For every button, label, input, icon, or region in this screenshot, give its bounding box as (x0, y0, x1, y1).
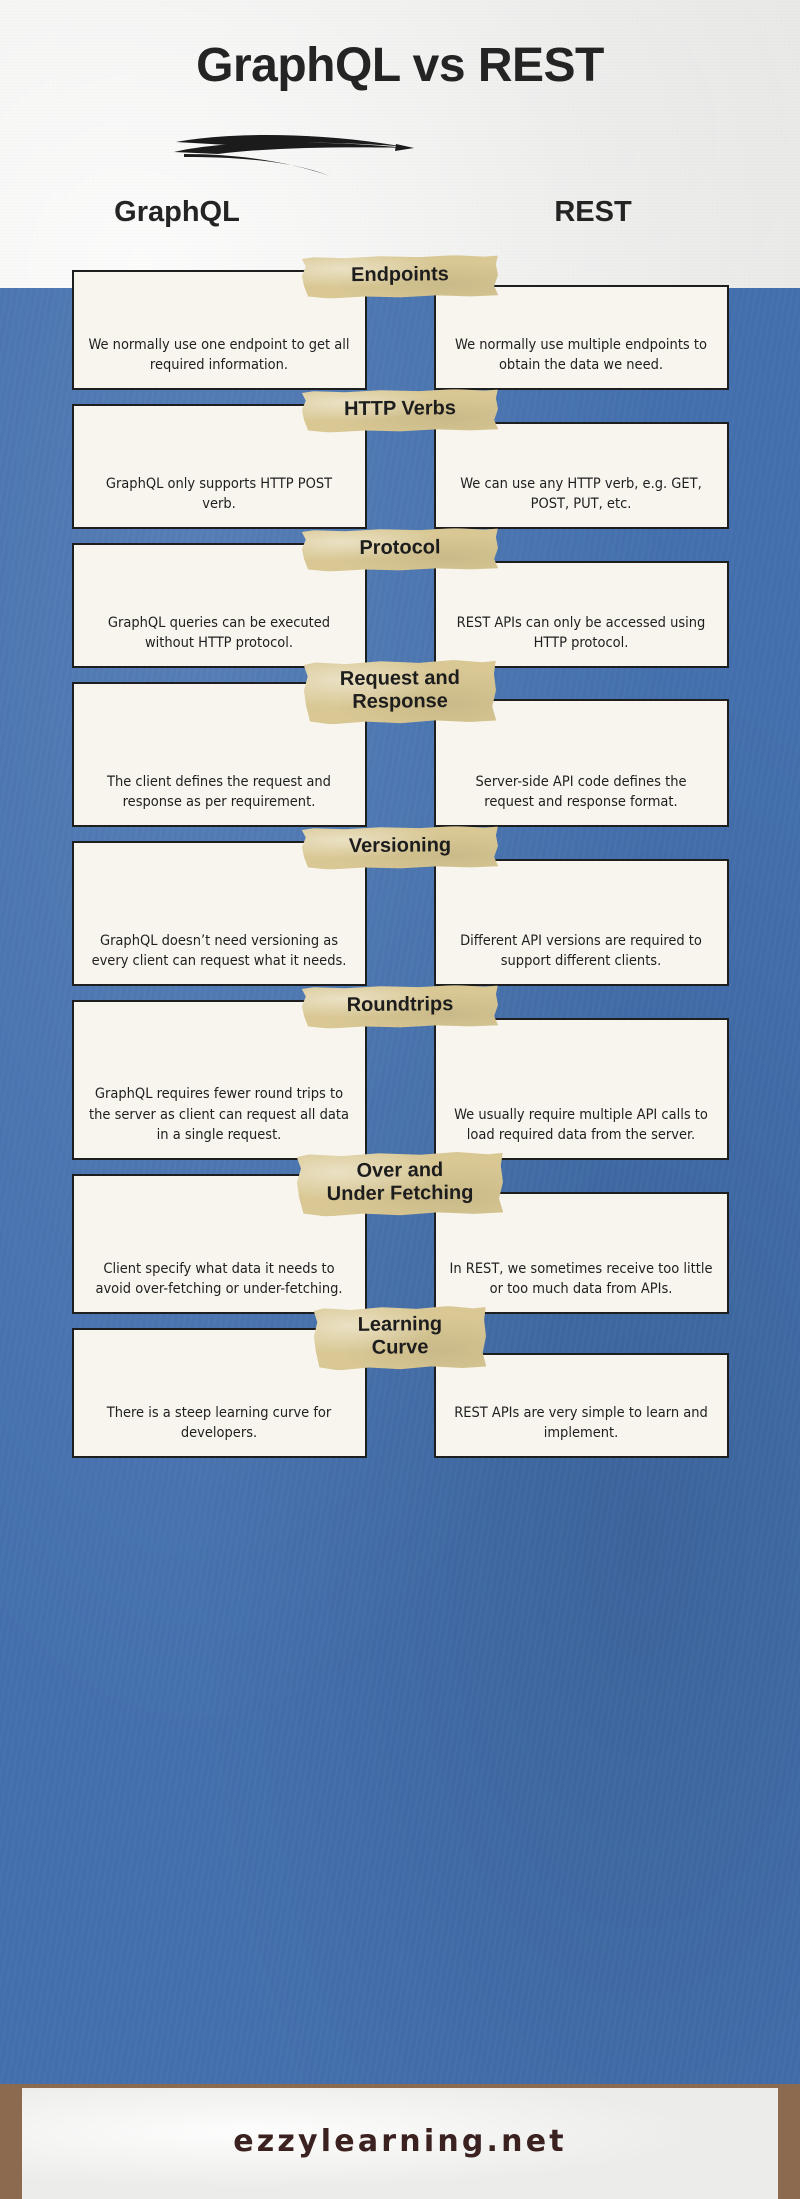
rest-card-text: In REST, we sometimes receive too little… (449, 1260, 713, 1298)
rest-card-text: REST APIs are very simple to learn and i… (454, 1404, 708, 1442)
footer-site-name: ezzylearning.net (233, 2124, 567, 2159)
row-label-tape: Versioning (302, 826, 498, 870)
brush-underline-swash-icon (170, 128, 420, 178)
row-label-tape: Roundtrips (302, 985, 498, 1029)
rest-card: REST APIs can only be accessed using HTT… (433, 561, 729, 668)
rest-card-text: Different API versions are required to s… (460, 932, 702, 970)
comparison-row: Learning Curve There is a steep learning … (71, 1328, 729, 1458)
comparison-rows: Endpoints We normally use one endpoint t… (0, 270, 800, 1472)
rest-card: We can use any HTTP verb, e.g. GET, POST… (433, 422, 729, 529)
rest-card: We normally use multiple endpoints to ob… (433, 285, 729, 390)
comparison-row: Protocol GraphQL queries can be executed… (71, 543, 729, 668)
comparison-row: Request and Response The client defines t… (71, 682, 729, 827)
header: GraphQL vs REST GraphQL REST (0, 0, 800, 288)
rest-card: REST APIs are very simple to learn and i… (433, 1353, 729, 1458)
infographic-root: GraphQL vs REST GraphQL REST Endpoints W… (0, 0, 800, 2199)
graphql-card-text: GraphQL queries can be executed without … (107, 614, 331, 652)
row-label-tape: HTTP Verbs (302, 389, 498, 433)
row-label-tape: Request and Response (304, 660, 497, 725)
row-label-tape: Over and Under Fetching (297, 1152, 504, 1217)
rest-card-text: Server-side API code defines the request… (475, 773, 687, 811)
row-label-tape: Protocol (302, 528, 498, 572)
comparison-row: Endpoints We normally use one endpoint t… (71, 270, 729, 390)
column-header-rest: REST (554, 196, 632, 228)
rest-card-text: We normally use multiple endpoints to ob… (455, 336, 707, 374)
graphql-card-text: GraphQL requires fewer round trips to th… (89, 1086, 349, 1144)
row-label-tape: Learning Curve (314, 1306, 487, 1371)
comparison-row: Versioning GraphQL doesn’t need versioni… (71, 841, 729, 986)
page-title: GraphQL vs REST (196, 39, 604, 92)
graphql-card-text: There is a steep learning curve for deve… (106, 1404, 332, 1442)
column-headers: GraphQL REST (0, 196, 800, 229)
comparison-row: Roundtrips GraphQL requires fewer round … (71, 1000, 729, 1160)
rest-card: We usually require multiple API calls to… (433, 1018, 729, 1160)
rest-card: Different API versions are required to s… (433, 859, 729, 986)
rest-card-text: REST APIs can only be accessed using HTT… (456, 614, 706, 652)
graphql-card-text: We normally use one endpoint to get all … (88, 336, 350, 374)
graphql-card-text: Client specify what data it needs to avo… (95, 1260, 343, 1298)
graphql-card-text: GraphQL only supports HTTP POST verb. (105, 475, 333, 513)
comparison-row: Over and Under Fetching Client specify wh… (71, 1174, 729, 1314)
rest-card-text: We can use any HTTP verb, e.g. GET, POST… (460, 475, 702, 513)
graphql-card-text: The client defines the request and respo… (107, 773, 331, 811)
footer: ezzylearning.net (0, 2084, 800, 2199)
rest-card-text: We usually require multiple API calls to… (454, 1106, 708, 1144)
comparison-row: HTTP Verbs GraphQL only supports HTTP PO… (71, 404, 729, 529)
column-header-graphql: GraphQL (114, 196, 240, 228)
row-label-tape: Endpoints (302, 255, 498, 299)
graphql-card-text: GraphQL doesn’t need versioning as every… (91, 932, 347, 970)
